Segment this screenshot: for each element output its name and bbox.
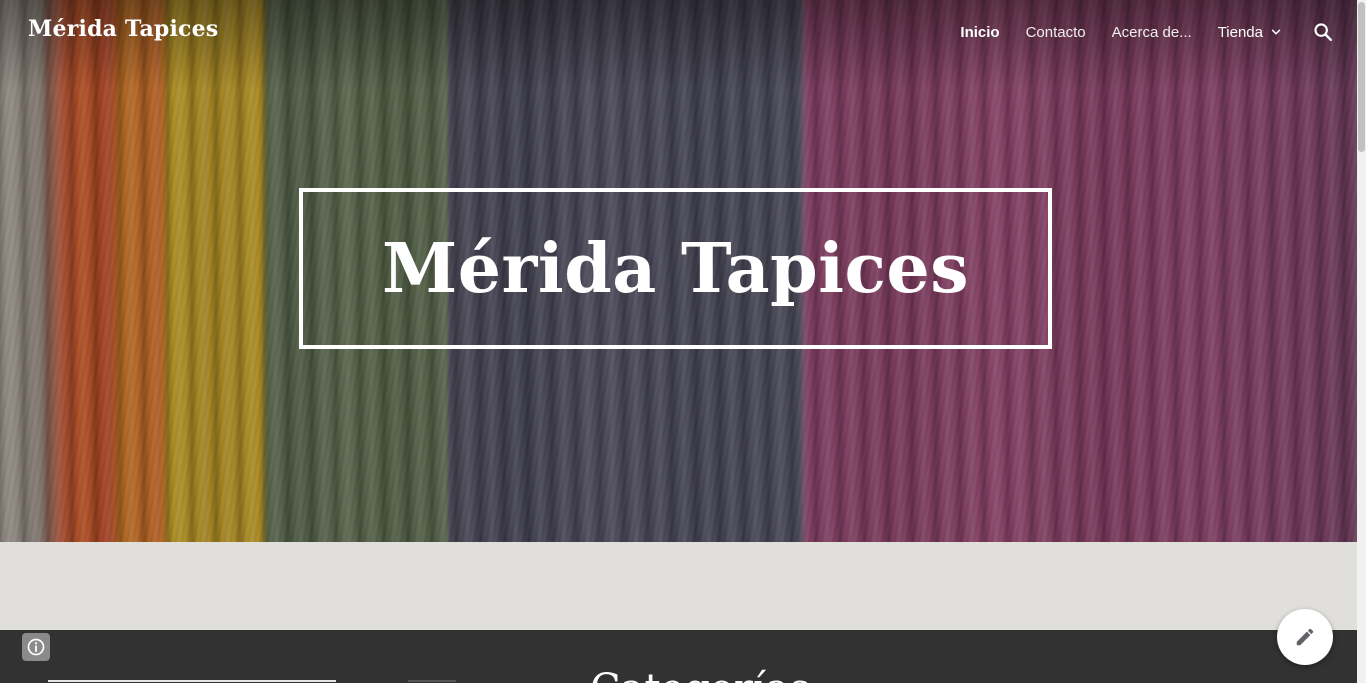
edit-button[interactable]	[1277, 609, 1333, 665]
search-icon[interactable]	[1311, 20, 1335, 44]
scrollbar-thumb[interactable]	[1358, 2, 1365, 152]
category-card-edge	[48, 680, 336, 682]
section-heading: Categorías	[590, 666, 810, 683]
categories-section: Categorías	[0, 630, 1357, 683]
chevron-down-icon[interactable]	[1269, 25, 1283, 39]
hero-title: Mérida Tapices	[382, 228, 969, 309]
main-nav: Inicio Contacto Acerca de... Tienda	[960, 20, 1357, 44]
category-card-edge-2	[408, 680, 456, 682]
nav-item-acerca[interactable]: Acerca de...	[1112, 24, 1192, 41]
info-icon[interactable]	[22, 633, 50, 661]
nav-item-tienda[interactable]: Tienda	[1218, 24, 1283, 41]
nav-item-tienda-label: Tienda	[1217, 23, 1263, 41]
header-gradient	[0, 0, 1357, 90]
nav-item-contacto[interactable]: Contacto	[1026, 24, 1086, 41]
content-band	[0, 542, 1357, 630]
hero-banner: Mérida Tapices Inicio Contacto Acerca de…	[0, 0, 1357, 542]
hero-title-box: Mérida Tapices	[299, 188, 1052, 349]
site-title[interactable]: Mérida Tapices	[28, 16, 218, 42]
nav-item-inicio[interactable]: Inicio	[960, 24, 999, 41]
scrollbar[interactable]	[1357, 0, 1366, 683]
page: Mérida Tapices Inicio Contacto Acerca de…	[0, 0, 1366, 683]
pencil-icon	[1296, 628, 1314, 646]
